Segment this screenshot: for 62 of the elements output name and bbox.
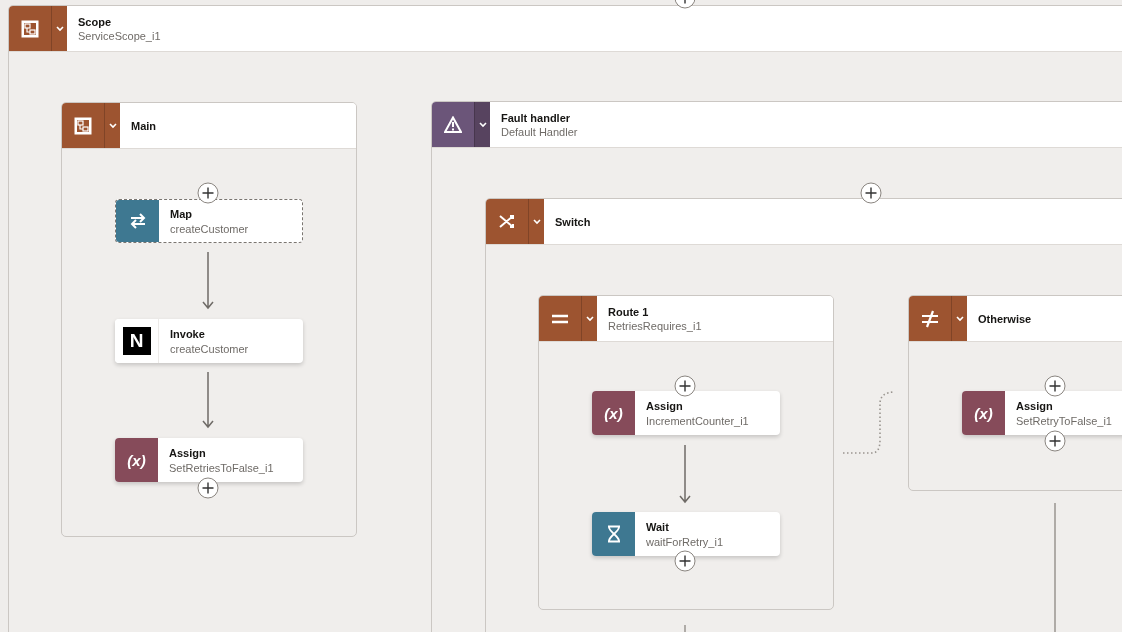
invoke-node[interactable]: N Invoke createCustomer bbox=[115, 319, 303, 363]
container-title: Otherwise bbox=[978, 312, 1032, 325]
plus-icon bbox=[1044, 430, 1066, 452]
arrow bbox=[202, 371, 214, 429]
chevron-icon bbox=[107, 121, 118, 130]
map-node[interactable]: Map createCustomer bbox=[115, 199, 303, 243]
node-title: Assign bbox=[169, 446, 207, 459]
container-title: Fault handler bbox=[501, 111, 572, 124]
container-subtitle: RetriesRequires_i1 bbox=[608, 319, 702, 332]
arrow bbox=[679, 444, 691, 504]
container-title: Route 1 bbox=[608, 305, 650, 318]
add-button[interactable] bbox=[674, 375, 696, 397]
variable-symbol: (x) bbox=[127, 451, 146, 469]
node-title: Map bbox=[170, 207, 193, 220]
container-title: Main bbox=[131, 119, 157, 132]
node-title: Invoke bbox=[170, 327, 206, 340]
assign-node[interactable]: (x) Assign SetRetriesToFalse_i1 bbox=[115, 438, 303, 482]
add-button[interactable] bbox=[197, 477, 219, 499]
assign-node[interactable]: (x) Assign IncrementCounter_i1 bbox=[592, 391, 780, 435]
dropdown-button[interactable] bbox=[474, 102, 490, 147]
container-subtitle: ServiceScope_i1 bbox=[78, 29, 161, 42]
wait-node[interactable]: Wait waitForRetry_i1 bbox=[592, 512, 780, 556]
dropdown-button[interactable] bbox=[951, 296, 967, 341]
plus-icon bbox=[1044, 375, 1066, 397]
chevron-icon bbox=[477, 120, 488, 129]
node-title: Assign bbox=[646, 399, 684, 412]
node-subtitle: SetRetriesToFalse_i1 bbox=[169, 461, 274, 474]
chevron-icon bbox=[531, 217, 542, 226]
plus-icon bbox=[674, 375, 696, 397]
plus-icon bbox=[197, 182, 219, 204]
variable-symbol: (x) bbox=[604, 404, 623, 422]
variable-symbol: (x) bbox=[974, 404, 993, 422]
dropdown-button[interactable] bbox=[51, 6, 67, 51]
node-subtitle: createCustomer bbox=[170, 222, 249, 235]
dropdown-button[interactable] bbox=[104, 103, 120, 148]
node-subtitle: SetRetryToFalse_i1 bbox=[1016, 414, 1112, 427]
swap-arrows-icon bbox=[116, 200, 159, 242]
chevron-icon bbox=[54, 24, 65, 33]
container-title: Scope bbox=[78, 15, 112, 28]
dropdown-button[interactable] bbox=[528, 199, 544, 244]
container-title: Switch bbox=[555, 215, 591, 228]
add-button[interactable] bbox=[1044, 430, 1066, 452]
arrow bbox=[202, 251, 214, 310]
plus-icon bbox=[197, 477, 219, 499]
node-subtitle: createCustomer bbox=[170, 342, 249, 355]
hourglass-icon bbox=[592, 512, 635, 556]
assign-node[interactable]: (x) Assign SetRetryToFalse_i1 bbox=[962, 391, 1122, 435]
container-subtitle: Default Handler bbox=[501, 125, 578, 138]
dropdown-button[interactable] bbox=[581, 296, 597, 341]
node-subtitle: IncrementCounter_i1 bbox=[646, 414, 749, 427]
add-button[interactable] bbox=[1044, 375, 1066, 397]
add-button[interactable] bbox=[197, 182, 219, 204]
add-button[interactable] bbox=[860, 182, 882, 204]
plus-icon bbox=[674, 550, 696, 572]
chevron-icon bbox=[584, 314, 595, 323]
node-subtitle: waitForRetry_i1 bbox=[646, 535, 724, 548]
node-title: Assign bbox=[1016, 399, 1054, 412]
connector-line bbox=[684, 624, 686, 632]
add-button[interactable] bbox=[674, 550, 696, 572]
app-logo: N bbox=[122, 327, 151, 355]
node-title: Wait bbox=[646, 520, 670, 533]
chevron-icon bbox=[954, 314, 965, 323]
